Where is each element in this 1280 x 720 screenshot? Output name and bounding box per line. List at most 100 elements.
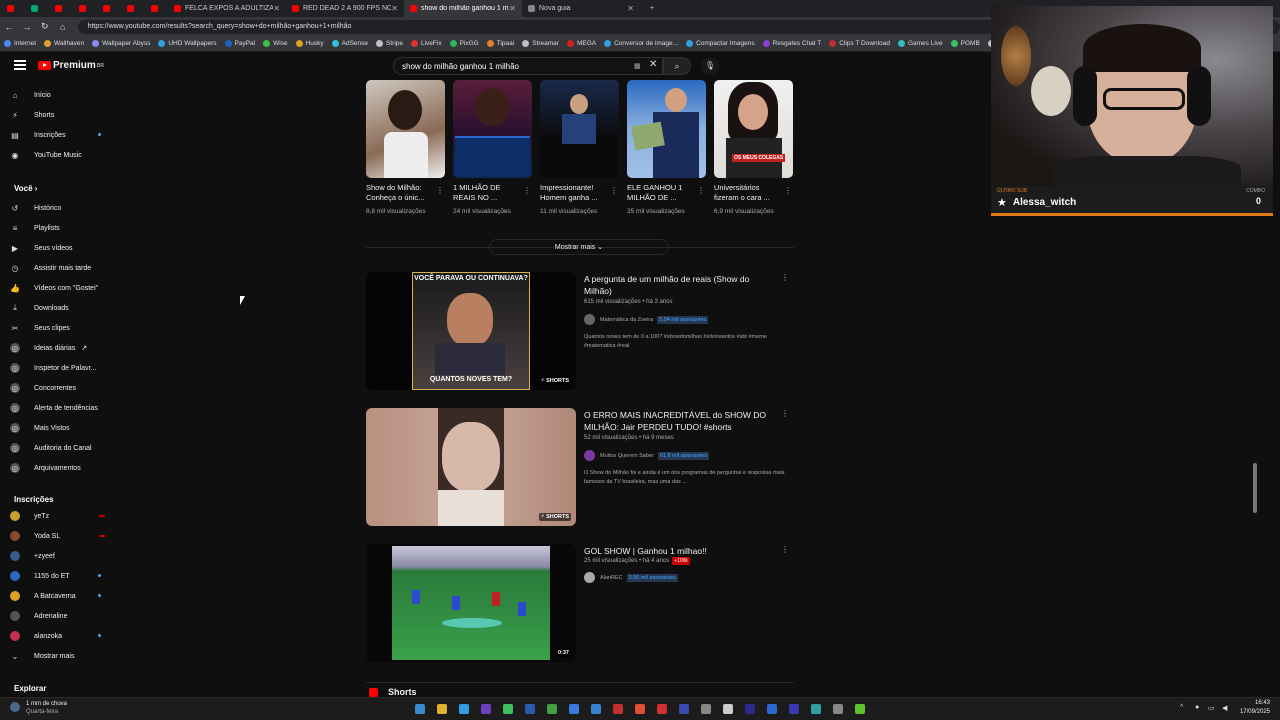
browser-tab[interactable]: Nova guia ✕ (522, 0, 640, 17)
sidebar-item[interactable]: ◎ Inspetor de Palavr... (10, 360, 115, 376)
video-title[interactable]: Universitários fizeram o cara ... (714, 183, 784, 203)
sidebar-item[interactable]: ▤ Inscrições (10, 127, 115, 143)
taskbar-app-icon[interactable] (767, 704, 777, 714)
scrollbar-thumb[interactable] (1253, 463, 1257, 513)
taskbar-app-icon[interactable] (437, 704, 447, 714)
voice-search-button[interactable]: 🎙 (701, 57, 719, 75)
sidebar-item[interactable]: ◎ Auditoria do Canal (10, 440, 115, 456)
you-section-header[interactable]: Você › (14, 184, 37, 193)
browser-tab[interactable]: RED DEAD 2 A 900 FPS NO XEON✕ (286, 0, 404, 17)
browser-tab[interactable] (96, 0, 120, 17)
sidebar-item[interactable]: ◷ Assistir mais tarde (10, 260, 115, 276)
sidebar-item[interactable]: ⤓ Downloads (10, 300, 115, 316)
taskbar-app-icon[interactable] (503, 704, 513, 714)
tray-chevron-icon[interactable]: ^ (1180, 704, 1183, 711)
sidebar-item[interactable]: alanzoka (10, 628, 115, 644)
bookmark-item[interactable]: PayPal (224, 40, 255, 47)
more-options-icon[interactable]: ⋮ (781, 273, 789, 282)
sidebar-item[interactable]: ◎ Mais Vistos (10, 420, 115, 436)
sidebar-item[interactable]: A Batcaverna (10, 588, 115, 604)
bookmark-item[interactable]: MEGA (566, 40, 596, 47)
result-thumbnail[interactable]: VOCÊ PARAVA OU CONTINUAVA? QUANTOS NOVES… (366, 272, 576, 390)
more-options-icon[interactable]: ⋮ (610, 186, 618, 195)
result-channel[interactable]: AlanREC 3,56 mil assinantes (584, 572, 678, 583)
hamburger-menu-icon[interactable] (14, 60, 26, 70)
sidebar-item[interactable]: ⌂ Início (10, 87, 115, 103)
more-options-icon[interactable]: ⋮ (781, 409, 789, 418)
bookmark-item[interactable]: Wallpaper Abyss (92, 40, 150, 47)
browser-tab[interactable] (24, 0, 48, 17)
more-options-icon[interactable]: ⋮ (523, 186, 531, 195)
back-arrow-icon[interactable]: ← (0, 22, 18, 32)
avatar[interactable] (584, 314, 595, 325)
sidebar-item[interactable]: ⌄ Mostrar mais (10, 648, 115, 664)
bookmark-item[interactable]: Resgates Chat T (762, 40, 821, 47)
more-options-icon[interactable]: ⋮ (436, 186, 444, 195)
clock-date[interactable]: 17/09/2025 (1236, 709, 1270, 715)
video-thumbnail[interactable] (627, 80, 706, 178)
browser-tab[interactable]: FELCA EXPÕS A ADULTIZAÇÃO...✕ (168, 0, 286, 17)
bookmark-item[interactable]: Clips T Download (829, 40, 890, 47)
home-icon[interactable]: ⌂ (54, 22, 72, 32)
sidebar-item[interactable]: ⚡ Shorts (10, 107, 115, 123)
bookmark-item[interactable]: Stripe (376, 40, 403, 47)
video-thumbnail[interactable] (453, 80, 532, 178)
video-title[interactable]: ELE GANHOU 1 MILHÃO DE ... (627, 183, 697, 203)
subscriptions-section-header[interactable]: Inscrições (14, 495, 54, 504)
video-thumbnail[interactable] (540, 80, 619, 178)
microphone-tray-icon[interactable]: ● (1195, 704, 1199, 711)
windows-start-icon[interactable] (415, 704, 425, 714)
reload-icon[interactable]: ↻ (36, 21, 54, 32)
sidebar-item[interactable]: ◎ Ideias diárias ↗ (10, 340, 115, 356)
more-options-icon[interactable]: ⋮ (697, 186, 705, 195)
clock-time[interactable]: 16:43 (1238, 700, 1270, 706)
bookmark-item[interactable]: Conversor de image... (604, 40, 678, 47)
sidebar-item[interactable]: 1155 do ET (10, 568, 115, 584)
show-more-button[interactable]: Mostrar mais ⌄ (489, 239, 669, 255)
tab-close-icon[interactable]: ✕ (627, 4, 634, 13)
taskbar-app-icon[interactable] (723, 704, 733, 714)
channel-name[interactable]: Muitos Querem Saber (600, 453, 654, 459)
result-title[interactable]: GOL SHOW | Ganhou 1 milhao!! (584, 545, 774, 557)
taskbar-app-icon[interactable] (745, 704, 755, 714)
clear-search-icon[interactable]: ✕ (649, 59, 657, 70)
browser-tab[interactable] (120, 0, 144, 17)
bookmark-item[interactable]: LiveFix (411, 40, 442, 47)
browser-tab[interactable]: show do milhão ganhou 1 milhã✕ (404, 0, 522, 17)
taskbar-app-icon[interactable] (525, 704, 535, 714)
browser-tab[interactable] (0, 0, 24, 17)
network-icon[interactable]: ▭ (1208, 704, 1215, 712)
result-title[interactable]: A pergunta de um milhão de reais (Show d… (584, 273, 774, 297)
weather-icon[interactable] (10, 702, 20, 712)
avatar[interactable] (584, 450, 595, 461)
new-tab-button[interactable]: + (640, 0, 664, 17)
taskbar-app-icon[interactable] (679, 704, 689, 714)
result-channel[interactable]: Matemática da Zoeira 5,94 mil assinantes (584, 314, 709, 325)
more-options-icon[interactable]: ⋮ (784, 186, 792, 195)
bookmark-item[interactable]: PGMB (950, 40, 980, 47)
video-thumbnail[interactable]: OS MEUS COLEGAS (714, 80, 793, 178)
sidebar-item[interactable]: +zyeef (10, 548, 115, 564)
bookmark-item[interactable]: Wallhaven (44, 40, 84, 47)
video-title[interactable]: Impressionante! Homem ganha ... (540, 183, 610, 203)
result-thumbnail[interactable]: ⚡ SHORTS (366, 408, 576, 526)
sidebar-item[interactable]: ↺ Histórico (10, 200, 115, 216)
search-button[interactable]: ⌕ (663, 57, 691, 75)
bookmark-item[interactable]: Compactar Imagens (686, 40, 755, 47)
sidebar-item[interactable]: ◎ Arquivamentos (10, 460, 115, 476)
sidebar-item[interactable]: ≡ Playlists (10, 220, 115, 236)
sidebar-item[interactable]: ◎ Concorrentes (10, 380, 115, 396)
taskbar-app-icon[interactable] (833, 704, 843, 714)
taskbar-app-icon[interactable] (855, 704, 865, 714)
sidebar-item[interactable]: yeTz (10, 508, 115, 524)
youtube-premium-logo[interactable]: Premium BR (38, 60, 104, 71)
sidebar-item[interactable]: Adrenaline (10, 608, 115, 624)
sidebar-item[interactable]: ◉ YouTube Music (10, 147, 115, 163)
bookmark-item[interactable]: Tipaai (486, 40, 514, 47)
taskbar-app-icon[interactable] (459, 704, 469, 714)
taskbar-app-icon[interactable] (613, 704, 623, 714)
browser-tab[interactable] (48, 0, 72, 17)
weather-text[interactable]: 1 mm de chuva (26, 701, 67, 707)
bookmark-item[interactable]: Games Live (897, 40, 943, 47)
bookmark-item[interactable]: PixGG (449, 40, 479, 47)
